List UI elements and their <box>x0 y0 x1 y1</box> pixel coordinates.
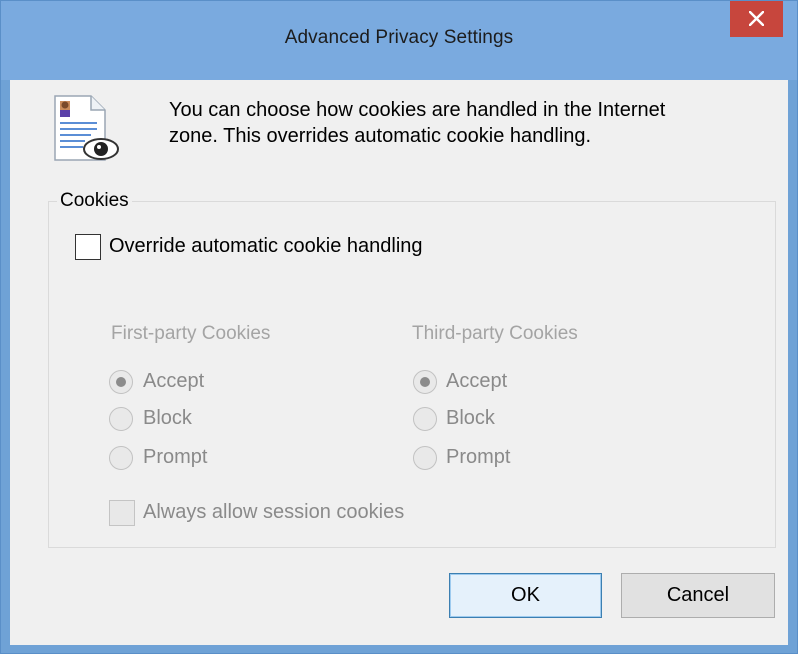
dialog-body: You can choose how cookies are handled i… <box>10 80 788 645</box>
intro-line-1: You can choose how cookies are handled i… <box>169 99 666 121</box>
cookies-group-label: Cookies <box>57 190 132 212</box>
first-party-block-label: Block <box>143 407 192 429</box>
close-button[interactable] <box>730 1 783 37</box>
title-bar[interactable]: Advanced Privacy Settings <box>1 1 797 80</box>
dialog-window: Advanced Privacy Settings You can choose… <box>0 0 798 654</box>
privacy-document-icon <box>54 95 119 161</box>
third-party-accept-label: Accept <box>446 370 508 392</box>
third-party-heading: Third-party Cookies <box>412 323 578 344</box>
override-checkbox[interactable] <box>75 234 101 260</box>
intro-line-2: zone. This overrides automatic cookie ha… <box>169 125 592 147</box>
first-party-prompt-label: Prompt <box>143 446 208 468</box>
first-party-accept-label: Accept <box>143 370 205 392</box>
override-label[interactable]: Override automatic cookie handling <box>109 235 423 258</box>
third-party-prompt-label: Prompt <box>446 446 511 468</box>
session-cookies-checkbox[interactable] <box>109 500 135 526</box>
first-party-accept-radio[interactable] <box>109 370 133 394</box>
first-party-prompt-radio[interactable] <box>109 446 133 470</box>
close-icon <box>749 11 764 26</box>
third-party-accept-radio[interactable] <box>413 370 437 394</box>
intro-text: You can choose how cookies are handled i… <box>169 97 769 149</box>
ok-button[interactable]: OK <box>449 573 602 618</box>
first-party-heading: First-party Cookies <box>111 323 271 344</box>
third-party-block-radio[interactable] <box>413 407 437 431</box>
first-party-block-radio[interactable] <box>109 407 133 431</box>
window-title: Advanced Privacy Settings <box>284 27 514 48</box>
third-party-prompt-radio[interactable] <box>413 446 437 470</box>
cancel-button[interactable]: Cancel <box>621 573 775 618</box>
third-party-block-label: Block <box>446 407 495 429</box>
session-cookies-label: Always allow session cookies <box>143 501 405 523</box>
